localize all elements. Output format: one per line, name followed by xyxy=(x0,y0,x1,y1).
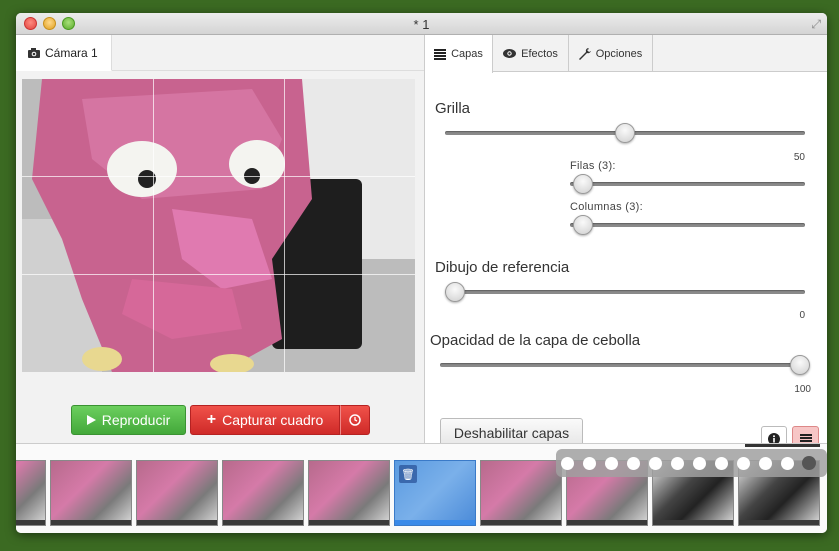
grid-label: Grilla xyxy=(435,100,471,117)
grid-line xyxy=(284,79,285,372)
pager-dot[interactable] xyxy=(605,457,618,470)
camera-icon xyxy=(28,47,40,58)
wrench-icon xyxy=(578,47,591,60)
eye-icon xyxy=(503,49,517,58)
play-button[interactable]: Reproducir xyxy=(71,405,186,435)
rows-slider-thumb[interactable] xyxy=(573,174,593,194)
grid-line xyxy=(153,79,154,372)
reference-slider-thumb[interactable] xyxy=(445,282,465,302)
play-icon xyxy=(86,415,96,425)
pager-dot[interactable] xyxy=(627,457,640,470)
window-title: * 1 xyxy=(413,17,430,32)
onion-slider-track[interactable] xyxy=(440,363,805,367)
columns-slider-thumb[interactable] xyxy=(573,215,593,235)
onion-opacity-label: Opacidad de la capa de cebolla xyxy=(430,332,641,349)
trash-icon[interactable]: 🗑 xyxy=(399,465,417,483)
tab-effects[interactable]: Efectos xyxy=(493,35,569,72)
app-window: * 1 ⤢ Cámara 1 Reproducir + Capturar cua… xyxy=(16,13,827,533)
frame-thumbnail[interactable] xyxy=(308,460,390,526)
camera-scene xyxy=(22,79,415,372)
columns-slider-track[interactable] xyxy=(570,223,805,227)
filmstrip-scroll-indicator[interactable] xyxy=(745,444,820,447)
onion-slider-thumb[interactable] xyxy=(790,355,810,375)
plus-icon: + xyxy=(206,411,217,428)
filmstrip[interactable]: 🗑 xyxy=(16,443,827,533)
frame-thumbnail[interactable] xyxy=(136,460,218,526)
tab-layers[interactable]: Capas xyxy=(425,35,493,73)
pager-dot[interactable] xyxy=(561,457,574,470)
tab-effects-label: Efectos xyxy=(521,47,558,60)
pager-dot[interactable] xyxy=(759,457,772,470)
fullscreen-icon[interactable]: ⤢ xyxy=(811,17,821,32)
pager-dot[interactable] xyxy=(737,457,750,470)
frame-thumbnail[interactable] xyxy=(50,460,132,526)
timer-button[interactable] xyxy=(340,405,370,435)
pager-dot[interactable] xyxy=(693,457,706,470)
layers-pane: Capas Efectos Opciones Grilla 50 Filas (… xyxy=(424,35,827,452)
frame-thumbnail[interactable] xyxy=(222,460,304,526)
reference-label: Dibujo de referencia xyxy=(435,259,570,276)
tab-bar: Capas Efectos Opciones xyxy=(425,35,827,73)
grid-line xyxy=(22,274,415,275)
tab-camera[interactable]: Cámara 1 xyxy=(16,35,112,71)
play-label: Reproducir xyxy=(101,412,171,428)
tab-options[interactable]: Opciones xyxy=(569,35,653,72)
pager-dot[interactable] xyxy=(715,457,728,470)
onion-value: 100 xyxy=(794,384,811,395)
camera-pane: Cámara 1 Reproducir + Capturar cuadro xyxy=(16,35,424,443)
rows-label: Filas (3): xyxy=(570,160,616,172)
capture-frame-button[interactable]: + Capturar cuadro xyxy=(190,405,340,435)
grid-line xyxy=(22,176,415,177)
tab-layers-label: Capas xyxy=(451,48,483,60)
columns-label: Columnas (3): xyxy=(570,201,643,213)
title-bar: * 1 ⤢ xyxy=(16,13,827,35)
grid-value: 50 xyxy=(793,152,805,163)
camera-tab-label: Cámara 1 xyxy=(45,45,98,60)
pager-dot[interactable] xyxy=(671,457,684,470)
frame-thumbnail-selected[interactable]: 🗑 xyxy=(394,460,476,526)
frame-thumbnail[interactable] xyxy=(480,460,562,526)
reference-slider-track[interactable] xyxy=(445,290,805,294)
tab-options-label: Opciones xyxy=(595,47,643,60)
frame-thumbnail[interactable] xyxy=(16,460,46,526)
pager-dot-active[interactable] xyxy=(802,456,816,470)
reference-value: 0 xyxy=(799,310,805,321)
capture-label: Capturar cuadro xyxy=(222,412,324,428)
rows-slider-track[interactable] xyxy=(570,182,805,186)
pager-dot[interactable] xyxy=(781,457,794,470)
list-icon xyxy=(434,48,447,60)
camera-preview[interactable] xyxy=(22,79,415,372)
clock-icon xyxy=(349,414,361,426)
frame-pager xyxy=(556,449,827,477)
pager-dot[interactable] xyxy=(583,457,596,470)
grid-slider-thumb[interactable] xyxy=(615,123,635,143)
pager-dot[interactable] xyxy=(649,457,662,470)
